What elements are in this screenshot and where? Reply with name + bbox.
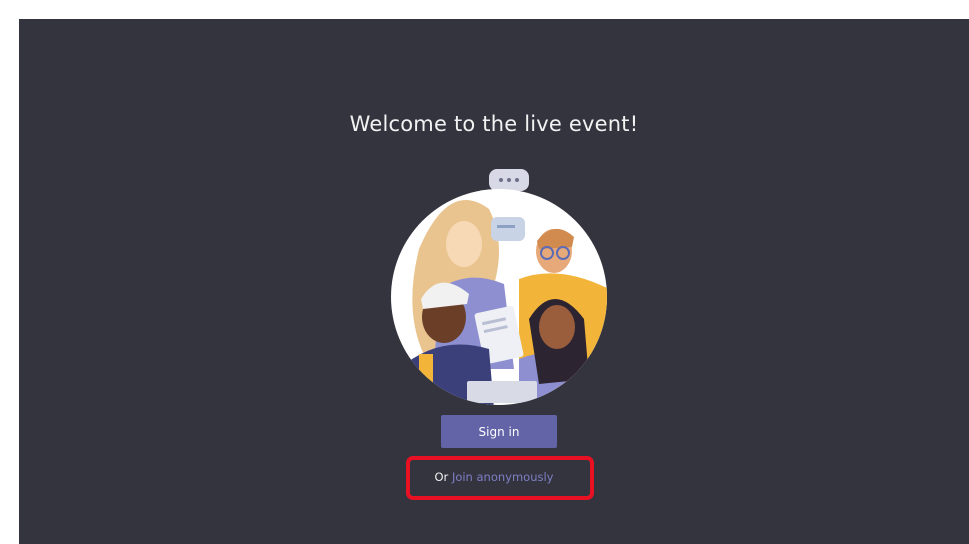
join-anonymously-row: Or Join anonymously [19, 470, 969, 484]
or-label: Or [434, 470, 449, 484]
page-title: Welcome to the live event! [349, 112, 639, 136]
sign-in-button[interactable]: Sign in [441, 415, 557, 448]
join-anonymously-link[interactable]: Join anonymously [452, 470, 554, 484]
live-event-window: Welcome to the live event! Sign in Or Jo… [19, 19, 969, 544]
people-group-illustration-icon [391, 169, 607, 405]
